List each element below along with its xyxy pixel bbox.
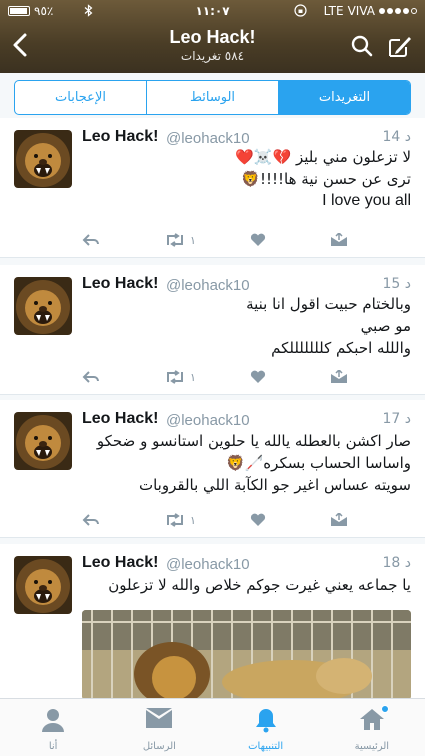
lion-enclosure-photo <box>82 610 411 700</box>
network-type: LTE <box>323 4 344 18</box>
tweet-line: I love you all <box>322 192 411 209</box>
tab-likes[interactable]: الإعجابات <box>15 81 146 114</box>
avatar[interactable] <box>14 130 72 188</box>
tweet-time: 17 د <box>382 411 412 427</box>
tab-media[interactable]: الوسائط <box>146 81 278 114</box>
tweet-text: لا تزعلون مني بليز 💔☠️❤️ ترى عن حسن نية … <box>82 146 411 212</box>
tweet-line: سويته عساس اغير جو الكآبة اللي بالقروبات <box>138 476 411 494</box>
person-icon <box>42 709 65 732</box>
signal-icon <box>379 8 417 14</box>
tweet-time: 15 د <box>382 276 412 292</box>
like-icon[interactable] <box>250 230 266 250</box>
tweet-author-handle[interactable]: @leohack10 <box>166 556 250 573</box>
tweet-line: واللله احبكم كلللللللكم <box>271 339 411 357</box>
tweet[interactable]: Leo Hack! @leohack10 15 د وبالختام حبيت … <box>0 265 425 395</box>
compose-tweet-icon[interactable] <box>387 33 413 59</box>
like-icon[interactable] <box>250 367 266 387</box>
retweet-button[interactable]: ١ <box>164 510 196 530</box>
tweet-line: لا تزعلون مني بليز 💔☠️❤️ <box>235 148 411 166</box>
tweet-media-image[interactable] <box>82 610 411 700</box>
status-bar: ٩٥٪ ١١:٠٧ LTE VIVA <box>0 4 425 22</box>
tab-me[interactable]: أنا <box>0 699 106 756</box>
retweet-count: ١ <box>190 233 196 247</box>
tweet[interactable]: Leo Hack! @leohack10 14 د لا تزعلون مني … <box>0 118 425 258</box>
tweet[interactable]: Leo Hack! @leohack10 17 د صار اكشن بالعط… <box>0 400 425 538</box>
reply-icon[interactable] <box>82 367 100 387</box>
tab-label: الرئيسية <box>354 741 390 752</box>
profile-header: ٩٥٪ ١١:٠٧ LTE VIVA Leo Hack! ٥٨٤ تغريدات <box>0 0 425 73</box>
tweet-line: يا جماعه يعني غيرت جوكم خلاص والله لا تز… <box>108 576 411 594</box>
tweet-text: وبالختام حبيت اقول انا بنية مو صبي واللل… <box>82 293 411 359</box>
tab-messages[interactable]: الرسائل <box>106 699 212 756</box>
tweet-author-handle[interactable]: @leohack10 <box>166 130 250 147</box>
segmented-control: الإعجابات الوسائط التغريدات <box>14 80 411 115</box>
share-icon[interactable] <box>330 367 348 387</box>
retweet-count: ١ <box>190 513 196 527</box>
tweet-time: 14 د <box>382 129 412 145</box>
tweet-line: واساسا الحساب بسكره🦯🦁 <box>225 454 411 472</box>
tweet-author-handle[interactable]: @leohack10 <box>166 277 250 294</box>
tweet-text: يا جماعه يعني غيرت جوكم خلاص والله لا تز… <box>82 574 411 596</box>
tab-label: التنبيهات <box>248 741 284 752</box>
rotation-lock-icon <box>294 4 307 17</box>
tweet[interactable]: Leo Hack! @leohack10 18 د يا جماعه يعني … <box>0 544 425 704</box>
tweet-author-name[interactable]: Leo Hack! <box>82 554 158 572</box>
tab-label: الرسائل <box>142 741 176 752</box>
tab-label: أنا <box>48 741 58 752</box>
tab-home[interactable]: الرئيسية <box>319 699 425 756</box>
reply-icon[interactable] <box>82 510 100 530</box>
tweet-time: 18 د <box>382 555 412 571</box>
tweet-actions: ١ <box>82 230 411 250</box>
retweet-icon <box>167 233 183 247</box>
notification-dot <box>380 705 389 713</box>
tweet-author-name[interactable]: Leo Hack! <box>82 128 158 146</box>
tweet-line: وبالختام حبيت اقول انا بنية <box>246 295 411 313</box>
tweet-text: صار اكشن بالعطله يالله يا حلوين استانسو … <box>82 430 411 496</box>
tab-notifications[interactable]: التنبيهات <box>213 699 319 756</box>
retweet-count: ١ <box>190 370 196 384</box>
tweet-line: مو صبي <box>360 317 411 335</box>
tweet-author-name[interactable]: Leo Hack! <box>82 275 158 293</box>
bottom-tab-bar: أنا الرسائل التنبيهات الرئيسية <box>0 698 425 756</box>
tab-tweets[interactable]: التغريدات <box>278 81 410 114</box>
tweet-line: صار اكشن بالعطله يالله يا حلوين استانسو … <box>96 432 411 450</box>
bell-icon <box>255 709 276 733</box>
tweet-line: ترى عن حسن نية ها!!!!🦁 <box>241 170 411 188</box>
envelope-icon <box>146 708 173 728</box>
like-icon[interactable] <box>250 510 266 530</box>
tweet-actions: ١ <box>82 510 411 530</box>
retweet-icon <box>167 370 183 384</box>
avatar[interactable] <box>14 277 72 335</box>
reply-icon[interactable] <box>82 230 100 250</box>
carrier-name: VIVA <box>347 4 375 18</box>
share-icon[interactable] <box>330 230 348 250</box>
tweet-actions: ١ <box>82 367 411 387</box>
carrier-info: LTE VIVA <box>324 4 417 18</box>
retweet-button[interactable]: ١ <box>164 367 196 387</box>
share-icon[interactable] <box>330 510 348 530</box>
avatar[interactable] <box>14 556 72 614</box>
tweet-author-handle[interactable]: @leohack10 <box>166 412 250 429</box>
search-icon[interactable] <box>351 35 373 57</box>
retweet-button[interactable]: ١ <box>164 230 196 250</box>
retweet-icon <box>167 513 183 527</box>
tweet-author-name[interactable]: Leo Hack! <box>82 410 158 428</box>
avatar[interactable] <box>14 412 72 470</box>
